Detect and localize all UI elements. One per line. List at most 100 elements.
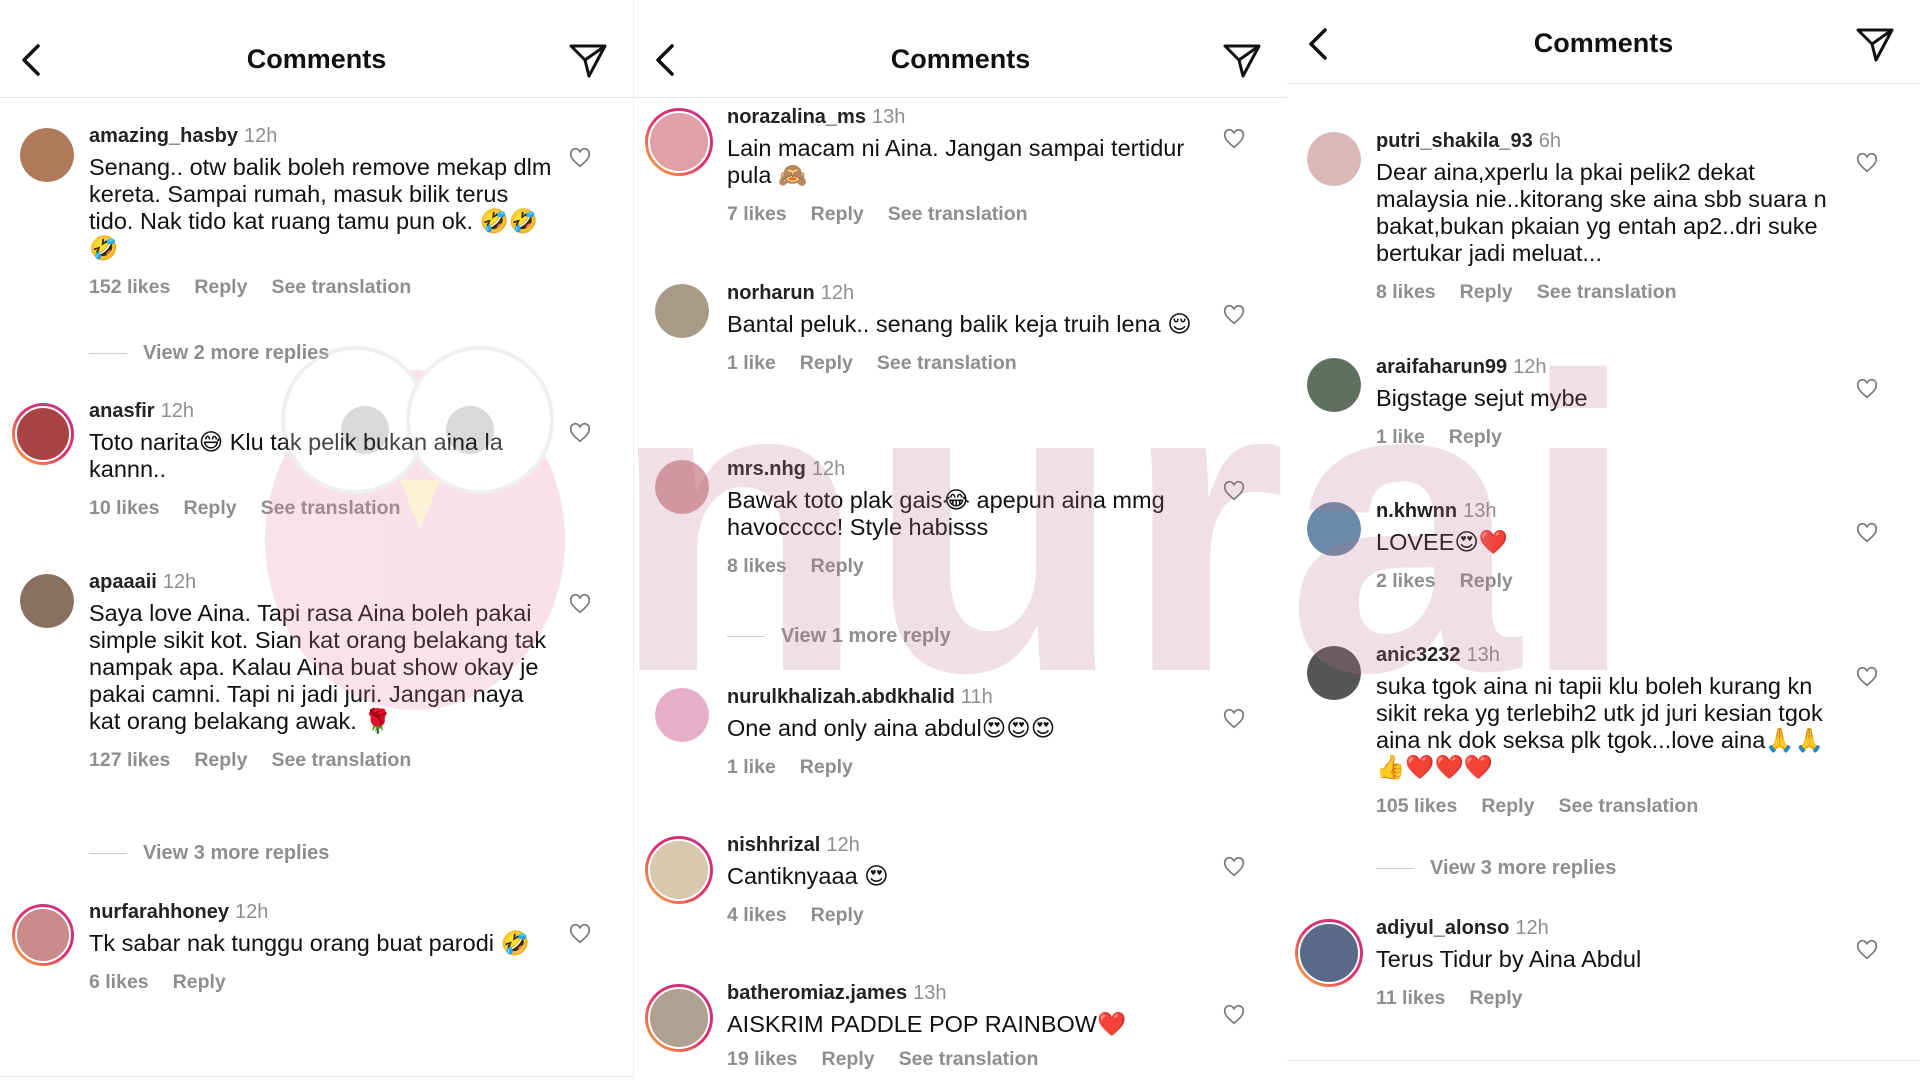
heart-icon[interactable] <box>1856 152 1878 174</box>
view-more-replies[interactable]: View 2 more replies <box>89 342 329 365</box>
comment-body: apaaaii 12h Saya love Aina. Tapi rasa Ain… <box>89 571 553 772</box>
heart-icon[interactable] <box>569 923 591 945</box>
username[interactable]: apaaaii <box>89 571 157 593</box>
username[interactable]: batheromiaz.james <box>727 982 907 1004</box>
view-more-replies[interactable]: View 3 more replies <box>1376 857 1616 880</box>
likes-count[interactable]: 1 like <box>727 352 776 374</box>
avatar[interactable] <box>20 128 74 182</box>
page-title: Comments <box>246 44 387 74</box>
likes-count[interactable]: 1 like <box>1376 426 1425 448</box>
username[interactable]: n.khwnn <box>1376 500 1457 522</box>
timestamp: 12h <box>162 571 197 593</box>
avatar[interactable] <box>645 108 713 176</box>
avatar[interactable] <box>655 688 709 742</box>
avatar[interactable] <box>12 904 74 966</box>
heart-icon[interactable] <box>569 147 591 169</box>
avatar[interactable] <box>20 574 74 628</box>
username[interactable]: putri_shakila_93 <box>1376 130 1533 152</box>
reply-button[interactable]: Reply <box>194 276 247 298</box>
comment-text: Terus Tidur by Aina Abdul <box>1376 946 1642 972</box>
see-translation-button[interactable]: See translation <box>877 352 1017 374</box>
see-translation-button[interactable]: See translation <box>888 203 1028 225</box>
see-translation-button[interactable]: See translation <box>1537 281 1677 303</box>
likes-count[interactable]: 19 likes <box>727 1048 797 1070</box>
heart-icon[interactable] <box>569 593 591 615</box>
send-icon[interactable] <box>1854 24 1896 64</box>
likes-count[interactable]: 8 likes <box>1376 281 1436 303</box>
heart-icon[interactable] <box>1856 666 1878 688</box>
reply-button[interactable]: Reply <box>1460 570 1513 592</box>
comment-text: Lain macam ni Aina. Jangan sampai tertid… <box>727 135 1185 188</box>
reply-button[interactable]: Reply <box>173 971 226 993</box>
heart-icon[interactable] <box>1223 128 1245 150</box>
comments-panel-3: Comments putri_shakila_93 6h Dear aina,xp… <box>1287 0 1920 1080</box>
avatar[interactable] <box>1307 358 1361 412</box>
avatar[interactable] <box>1307 132 1361 186</box>
heart-icon[interactable] <box>569 422 591 444</box>
username[interactable]: nurulkhalizah.abdkhalid <box>727 686 955 708</box>
username[interactable]: anasfir <box>89 400 155 422</box>
see-translation-button[interactable]: See translation <box>899 1048 1039 1070</box>
avatar[interactable] <box>645 984 713 1052</box>
reply-button[interactable]: Reply <box>821 1048 874 1070</box>
comment-body: putri_shakila_93 6h Dear aina,xperlu la p… <box>1376 130 1840 304</box>
avatar[interactable] <box>1307 646 1361 700</box>
likes-count[interactable]: 11 likes <box>1376 987 1445 1009</box>
likes-count[interactable]: 1 like <box>727 756 776 778</box>
reply-button[interactable]: Reply <box>811 555 864 577</box>
reply-button[interactable]: Reply <box>1460 281 1513 303</box>
heart-icon[interactable] <box>1856 522 1878 544</box>
see-translation-button[interactable]: See translation <box>271 276 411 298</box>
likes-count[interactable]: 7 likes <box>727 203 787 225</box>
username[interactable]: norazalina_ms <box>727 106 866 128</box>
heart-icon[interactable] <box>1223 708 1245 730</box>
heart-icon[interactable] <box>1856 378 1878 400</box>
reply-button[interactable]: Reply <box>183 497 236 519</box>
avatar[interactable] <box>12 403 74 465</box>
likes-count[interactable]: 152 likes <box>89 276 170 298</box>
avatar[interactable] <box>645 836 713 904</box>
comments-panel-1: Comments amazing_hasby 12h Senang.. otw b… <box>0 0 633 1080</box>
send-icon[interactable] <box>1221 40 1263 80</box>
heart-icon[interactable] <box>1223 1004 1245 1026</box>
username[interactable]: nishhrizal <box>727 834 820 856</box>
heart-icon[interactable] <box>1223 480 1245 502</box>
likes-count[interactable]: 10 likes <box>89 497 159 519</box>
avatar[interactable] <box>1295 919 1363 987</box>
username[interactable]: anic3232 <box>1376 644 1461 666</box>
avatar[interactable] <box>1307 502 1361 556</box>
likes-count[interactable]: 8 likes <box>727 555 787 577</box>
view-more-replies[interactable]: View 1 more reply <box>727 625 951 648</box>
username[interactable]: nurfarahhoney <box>89 901 229 923</box>
send-icon[interactable] <box>567 40 609 80</box>
avatar[interactable] <box>655 460 709 514</box>
see-translation-button[interactable]: See translation <box>1558 795 1698 817</box>
reply-button[interactable]: Reply <box>1449 426 1502 448</box>
heart-icon[interactable] <box>1856 939 1878 961</box>
heart-icon[interactable] <box>1223 856 1245 878</box>
reply-button[interactable]: Reply <box>1481 795 1534 817</box>
avatar[interactable] <box>655 284 709 338</box>
reply-button[interactable]: Reply <box>800 352 853 374</box>
reply-button[interactable]: Reply <box>811 203 864 225</box>
comment-meta: 1 like Reply <box>727 756 1207 779</box>
likes-count[interactable]: 6 likes <box>89 971 149 993</box>
see-translation-button[interactable]: See translation <box>261 497 401 519</box>
reply-button[interactable]: Reply <box>1469 987 1522 1009</box>
reply-button[interactable]: Reply <box>811 904 864 926</box>
likes-count[interactable]: 2 likes <box>1376 570 1436 592</box>
username[interactable]: mrs.nhg <box>727 458 806 480</box>
likes-count[interactable]: 127 likes <box>89 749 170 771</box>
reply-button[interactable]: Reply <box>800 756 853 778</box>
username[interactable]: norharun <box>727 282 815 304</box>
username[interactable]: araifaharun99 <box>1376 356 1507 378</box>
likes-count[interactable]: 4 likes <box>727 904 787 926</box>
username[interactable]: adiyul_alonso <box>1376 917 1509 939</box>
username[interactable]: amazing_hasby <box>89 125 238 147</box>
see-translation-button[interactable]: See translation <box>271 749 411 771</box>
likes-count[interactable]: 105 likes <box>1376 795 1457 817</box>
view-more-replies[interactable]: View 3 more replies <box>89 842 329 865</box>
heart-icon[interactable] <box>1223 304 1245 326</box>
timestamp: 12h <box>235 901 269 923</box>
reply-button[interactable]: Reply <box>194 749 247 771</box>
